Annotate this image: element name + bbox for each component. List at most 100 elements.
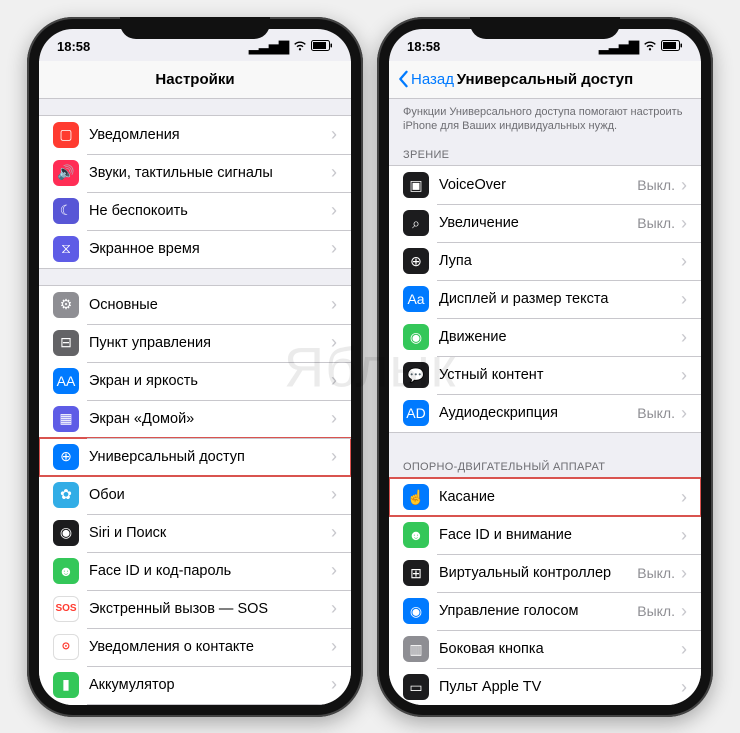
row-label: Пункт управления [89,335,331,351]
row-dnd[interactable]: ☾ Не беспокоить› [39,192,351,230]
chevron-right-icon: › [681,213,687,234]
spoken-icon: 💬 [403,362,429,388]
row-audio-desc[interactable]: ADАудиодескрипцияВыкл.› [389,394,701,432]
row-side-button[interactable]: ▥Боковая кнопка› [389,630,701,668]
row-label: Управление голосом [439,603,637,619]
row-label: Лупa [439,253,681,269]
row-spoken[interactable]: 💬 Устный контент› [389,356,701,394]
touch-icon: ☝ [403,484,429,510]
chevron-right-icon: › [331,560,337,581]
chevron-right-icon: › [331,674,337,695]
phone-left: 18:58 ▂▃▅▇ Настройки ▢Уведомления›🔊Звуки… [27,17,363,717]
display-text-icon: Aa [403,286,429,312]
sos-icon: SOS [53,596,79,622]
chevron-right-icon: › [331,522,337,543]
row-label: Siri и Поиск [89,525,331,541]
row-label: Экстренный вызов — SOS [89,601,331,617]
row-accessibility[interactable]: ⊕ Универсальный доступ› [39,438,351,476]
row-label: Уведомления о контакте [89,639,331,655]
status-time: 18:58 [407,39,440,54]
content-right[interactable]: Функции Универсального доступа помогают … [389,99,701,705]
row-label: Устный контент [439,367,681,383]
row-label: Face ID и код-пароль [89,563,331,579]
row-apple-tv[interactable]: ▭Пульт Apple TV› [389,668,701,704]
row-siri[interactable]: ◉ Siri и Поиск› [39,514,351,552]
row-label: Универсальный доступ [89,449,331,465]
row-label: VoiceOver [439,177,637,193]
chevron-right-icon: › [681,175,687,196]
switch-control-icon: ⊞ [403,560,429,586]
row-sounds[interactable]: 🔊Звуки, тактильные сигналы› [39,154,351,192]
row-face-attention[interactable]: ☻Face ID и внимание› [389,516,701,554]
row-motion[interactable]: ◉Движение› [389,318,701,356]
nav-bar-left: Настройки [39,61,351,99]
row-notifications[interactable]: ▢Уведомления› [39,116,351,154]
row-wallpaper[interactable]: ✿Обои› [39,476,351,514]
chevron-right-icon: › [331,370,337,391]
battery-icon [661,39,683,54]
control-center-icon: ⊟ [53,330,79,356]
section-header-motor: ОПОРНО-ДВИГАТЕЛЬНЫЙ АППАРАТ [389,449,701,477]
row-label: Уведомления [89,127,331,143]
row-general[interactable]: ⚙Основные› [39,286,351,324]
row-voiceover[interactable]: ▣VoiceOverВыкл.› [389,166,701,204]
row-touch[interactable]: ☝Касание› [389,478,701,516]
row-control-center[interactable]: ⊟Пункт управления› [39,324,351,362]
zoom-icon: ⌕ [403,210,429,236]
group-2: ⚙Основные› ⊟ Пункт управления › AA Экран и яр… [39,285,351,705]
exposure-icon: ⊙ [53,634,79,660]
row-zoom[interactable]: ⌕УвеличениеВыкл.› [389,204,701,242]
row-label: Увеличение [439,215,637,231]
chevron-right-icon: › [681,639,687,660]
chevron-right-icon: › [331,200,337,221]
chevron-right-icon: › [681,365,687,386]
row-faceid[interactable]: ☻Face ID и код-пароль› [39,552,351,590]
chevron-right-icon: › [331,408,337,429]
row-battery[interactable]: ▮ Аккумулятор› [39,666,351,704]
row-label: Касание [439,489,681,505]
audio-desc-icon: AD [403,400,429,426]
battery-icon: ▮ [53,672,79,698]
row-display-text[interactable]: AaДисплей и размер текста› [389,280,701,318]
chevron-right-icon: › [681,563,687,584]
apple-tv-icon: ▭ [403,674,429,700]
row-value: Выкл. [637,405,675,421]
row-privacy[interactable]: ✋Конфиденциальность› [39,704,351,705]
siri-icon: ◉ [53,520,79,546]
chevron-right-icon: › [331,446,337,467]
battery-icon [311,39,333,54]
row-home[interactable]: ▦Экран «Домой»› [39,400,351,438]
row-label: Face ID и внимание [439,527,681,543]
row-screentime[interactable]: ⧖Экранное время› [39,230,351,268]
row-magnifier[interactable]: ⊕Лупa› [389,242,701,280]
row-sos[interactable]: SOSЭкстренный вызов — SOS› [39,590,351,628]
sounds-icon: 🔊 [53,160,79,186]
wifi-icon [293,39,307,54]
magnifier-icon: ⊕ [403,248,429,274]
row-value: Выкл. [637,177,675,193]
row-voice-control[interactable]: ◉Управление голосомВыкл.› [389,592,701,630]
chevron-right-icon: › [331,238,337,259]
display-icon: AA [53,368,79,394]
motion-icon: ◉ [403,324,429,350]
chevron-right-icon: › [681,289,687,310]
chevron-right-icon: › [331,484,337,505]
row-label: Экран и яркость [89,373,331,389]
row-label: Экранное время [89,241,331,257]
accessibility-icon: ⊕ [53,444,79,470]
screen-left: 18:58 ▂▃▅▇ Настройки ▢Уведомления›🔊Звуки… [39,29,351,705]
content-left[interactable]: ▢Уведомления›🔊Звуки, тактильные сигналы›… [39,99,351,705]
row-switch-control[interactable]: ⊞Виртуальный контроллерВыкл.› [389,554,701,592]
row-label: Аккумулятор [89,677,331,693]
wifi-icon [643,39,657,54]
row-label: Не беспокоить [89,203,331,219]
voice-control-icon: ◉ [403,598,429,624]
chevron-right-icon: › [331,294,337,315]
signal-icon: ▂▃▅▇ [249,39,289,55]
back-button[interactable]: Назад [397,70,454,88]
row-label: Пульт Apple TV [439,679,681,695]
status-right: ▂▃▅▇ [249,39,333,55]
dnd-icon: ☾ [53,198,79,224]
row-exposure[interactable]: ⊙Уведомления о контакте› [39,628,351,666]
row-display[interactable]: AA Экран и яркость› [39,362,351,400]
